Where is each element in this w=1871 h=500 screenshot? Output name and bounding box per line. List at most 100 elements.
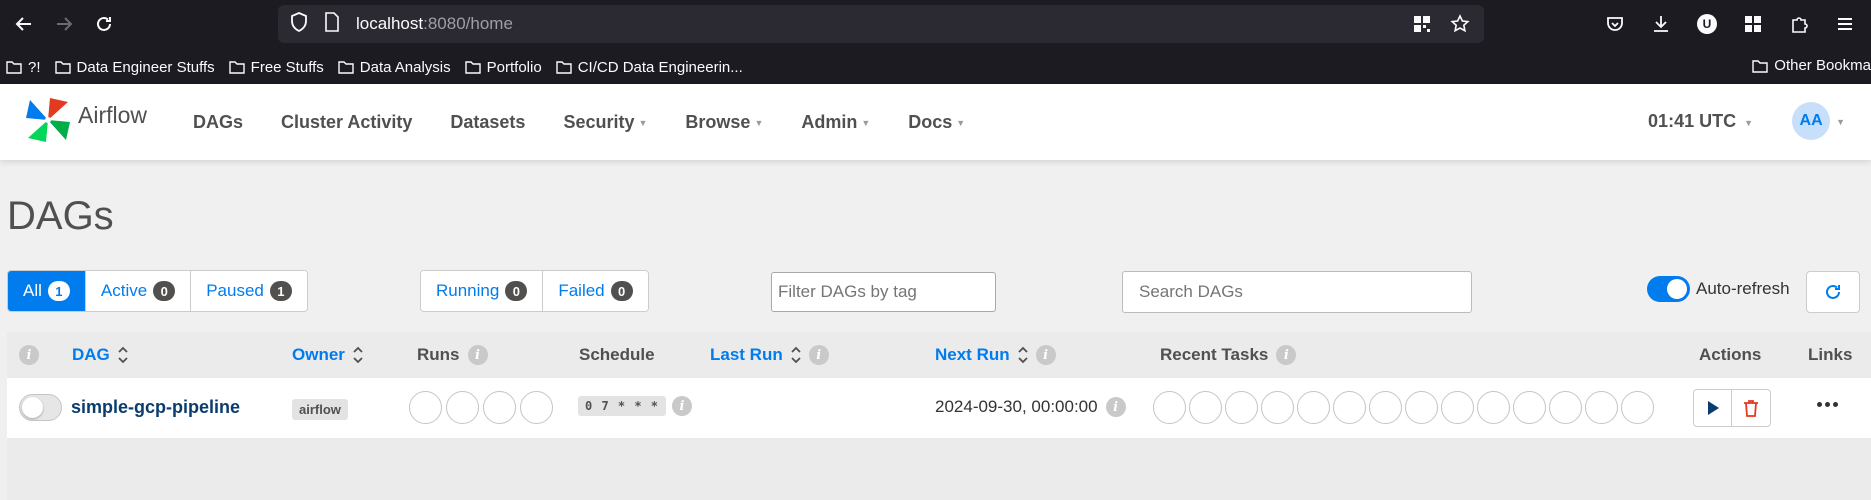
links-more-icon[interactable]: [1817, 402, 1838, 407]
filter-all[interactable]: All 1: [8, 271, 86, 311]
app-menu-icon[interactable]: [1829, 8, 1861, 40]
task-state-circle[interactable]: [1549, 391, 1582, 424]
task-state-circle[interactable]: [1153, 391, 1186, 424]
page-title: DAGs: [7, 194, 114, 238]
info-icon[interactable]: i: [1105, 397, 1126, 417]
owner-badge[interactable]: airflow: [292, 399, 348, 420]
info-icon[interactable]: i: [672, 396, 693, 416]
dags-table: i DAG Owner Runs i Schedule Last Run i N…: [7, 332, 1871, 500]
brand-name: Airflow: [78, 101, 148, 128]
info-icon[interactable]: i: [1035, 345, 1056, 365]
task-state-circle[interactable]: [1369, 391, 1402, 424]
task-state-circle[interactable]: [1477, 391, 1510, 424]
sort-icon[interactable]: [353, 346, 363, 364]
bookmark-folder[interactable]: Data Analysis: [338, 59, 451, 76]
sort-icon[interactable]: [118, 346, 128, 364]
downloads-icon[interactable]: [1645, 8, 1677, 40]
qr-code-icon[interactable]: [1412, 14, 1432, 39]
tag-filter-input[interactable]: [771, 272, 996, 312]
other-bookmarks-folder[interactable]: Other Bookma: [1752, 57, 1871, 74]
header-next-run[interactable]: Next Run i: [935, 345, 1056, 365]
caret-down-icon: ▼: [1836, 117, 1845, 127]
search-input[interactable]: [1122, 271, 1472, 313]
filter-failed[interactable]: Failed 0: [543, 271, 648, 311]
back-icon[interactable]: [8, 8, 40, 40]
task-state-circle[interactable]: [1261, 391, 1294, 424]
profile-extension-icon[interactable]: U: [1691, 8, 1723, 40]
refresh-button[interactable]: [1806, 271, 1860, 313]
run-state-circle[interactable]: [520, 391, 553, 424]
count-badge: 0: [505, 281, 528, 301]
folder-icon: [464, 61, 481, 74]
bookmark-folder[interactable]: Free Stuffs: [228, 59, 324, 76]
next-run-cell: 2024-09-30, 00:00:00 i: [935, 397, 1126, 417]
page-info-icon[interactable]: [324, 11, 340, 37]
pocket-icon[interactable]: [1599, 8, 1631, 40]
bookmark-folder[interactable]: ?!: [6, 59, 41, 76]
bookmark-star-icon[interactable]: [1450, 14, 1470, 39]
info-icon[interactable]: i: [808, 345, 829, 365]
status-filter-group: All 1 Active 0 Paused 1: [7, 270, 308, 312]
run-state-circle[interactable]: [446, 391, 479, 424]
info-icon[interactable]: i: [467, 345, 488, 365]
url-bar[interactable]: localhost:8080/home: [278, 5, 1484, 43]
bookmark-folder[interactable]: Portfolio: [464, 59, 542, 76]
task-state-circle[interactable]: [1441, 391, 1474, 424]
forward-icon[interactable]: [48, 8, 80, 40]
dag-pause-toggle[interactable]: [19, 394, 62, 421]
extensions-puzzle-icon[interactable]: [1783, 8, 1815, 40]
task-state-circle[interactable]: [1405, 391, 1438, 424]
run-state-filter-group: Running 0 Failed 0: [420, 270, 649, 312]
timezone-dropdown[interactable]: 01:41 UTC ▼: [1648, 111, 1753, 132]
task-state-circle[interactable]: [1225, 391, 1258, 424]
delete-dag-button[interactable]: [1732, 390, 1770, 426]
filter-active[interactable]: Active 0: [85, 271, 192, 311]
browser-toolbar: localhost:8080/home U ?! Data Engineer S…: [0, 0, 1871, 84]
auto-refresh-toggle[interactable]: Auto-refresh: [1647, 276, 1790, 302]
sort-icon[interactable]: [791, 346, 801, 364]
reload-icon[interactable]: [88, 8, 120, 40]
task-state-circle[interactable]: [1297, 391, 1330, 424]
play-icon: [1707, 401, 1719, 415]
menu-docs[interactable]: Docs ▼: [908, 112, 965, 133]
menu-admin[interactable]: Admin ▼: [801, 112, 870, 133]
filter-running[interactable]: Running 0: [421, 271, 544, 311]
schedule-badge[interactable]: 0 7 * * *: [578, 396, 667, 416]
table-header: i DAG Owner Runs i Schedule Last Run i N…: [7, 332, 1871, 378]
header-recent-tasks: Recent Tasks i: [1160, 345, 1297, 365]
airflow-logo[interactable]: Airflow: [24, 96, 147, 144]
task-state-circle[interactable]: [1513, 391, 1546, 424]
extensions-grid-icon[interactable]: [1737, 8, 1769, 40]
dag-id-link[interactable]: simple-gcp-pipeline: [71, 397, 240, 418]
filter-paused[interactable]: Paused 1: [191, 271, 307, 311]
task-state-circle[interactable]: [1189, 391, 1222, 424]
bookmark-folder[interactable]: Data Engineer Stuffs: [54, 59, 215, 76]
auto-refresh-switch[interactable]: [1647, 276, 1690, 302]
menu-cluster-activity[interactable]: Cluster Activity: [281, 112, 412, 133]
run-state-circle[interactable]: [409, 391, 442, 424]
task-state-circle[interactable]: [1585, 391, 1618, 424]
info-icon[interactable]: i: [1276, 345, 1297, 365]
header-info-icon[interactable]: i: [19, 345, 39, 365]
menu-dags[interactable]: DAGs: [193, 112, 243, 133]
count-badge: 1: [47, 281, 70, 301]
trigger-dag-button[interactable]: [1694, 390, 1732, 426]
folder-icon: [6, 61, 22, 74]
tracking-shield-icon[interactable]: [290, 11, 308, 37]
run-state-circle[interactable]: [483, 391, 516, 424]
task-state-circle[interactable]: [1621, 391, 1654, 424]
user-menu[interactable]: AA ▼: [1792, 102, 1845, 140]
count-badge: 0: [610, 281, 633, 301]
bookmark-folder[interactable]: CI/CD Data Engineerin...: [555, 59, 743, 76]
header-owner[interactable]: Owner: [292, 345, 363, 365]
menu-security[interactable]: Security ▼: [563, 112, 647, 133]
sort-icon[interactable]: [1017, 346, 1028, 364]
menu-datasets[interactable]: Datasets: [450, 112, 525, 133]
task-state-circle[interactable]: [1333, 391, 1366, 424]
count-badge: 1: [269, 281, 292, 301]
header-last-run[interactable]: Last Run i: [710, 345, 829, 365]
caret-down-icon: ▼: [754, 118, 764, 128]
table-row: simple-gcp-pipeline airflow 0 7 * * * i …: [7, 378, 1871, 438]
menu-browse[interactable]: Browse ▼: [685, 112, 763, 133]
header-dag[interactable]: DAG: [72, 345, 128, 365]
